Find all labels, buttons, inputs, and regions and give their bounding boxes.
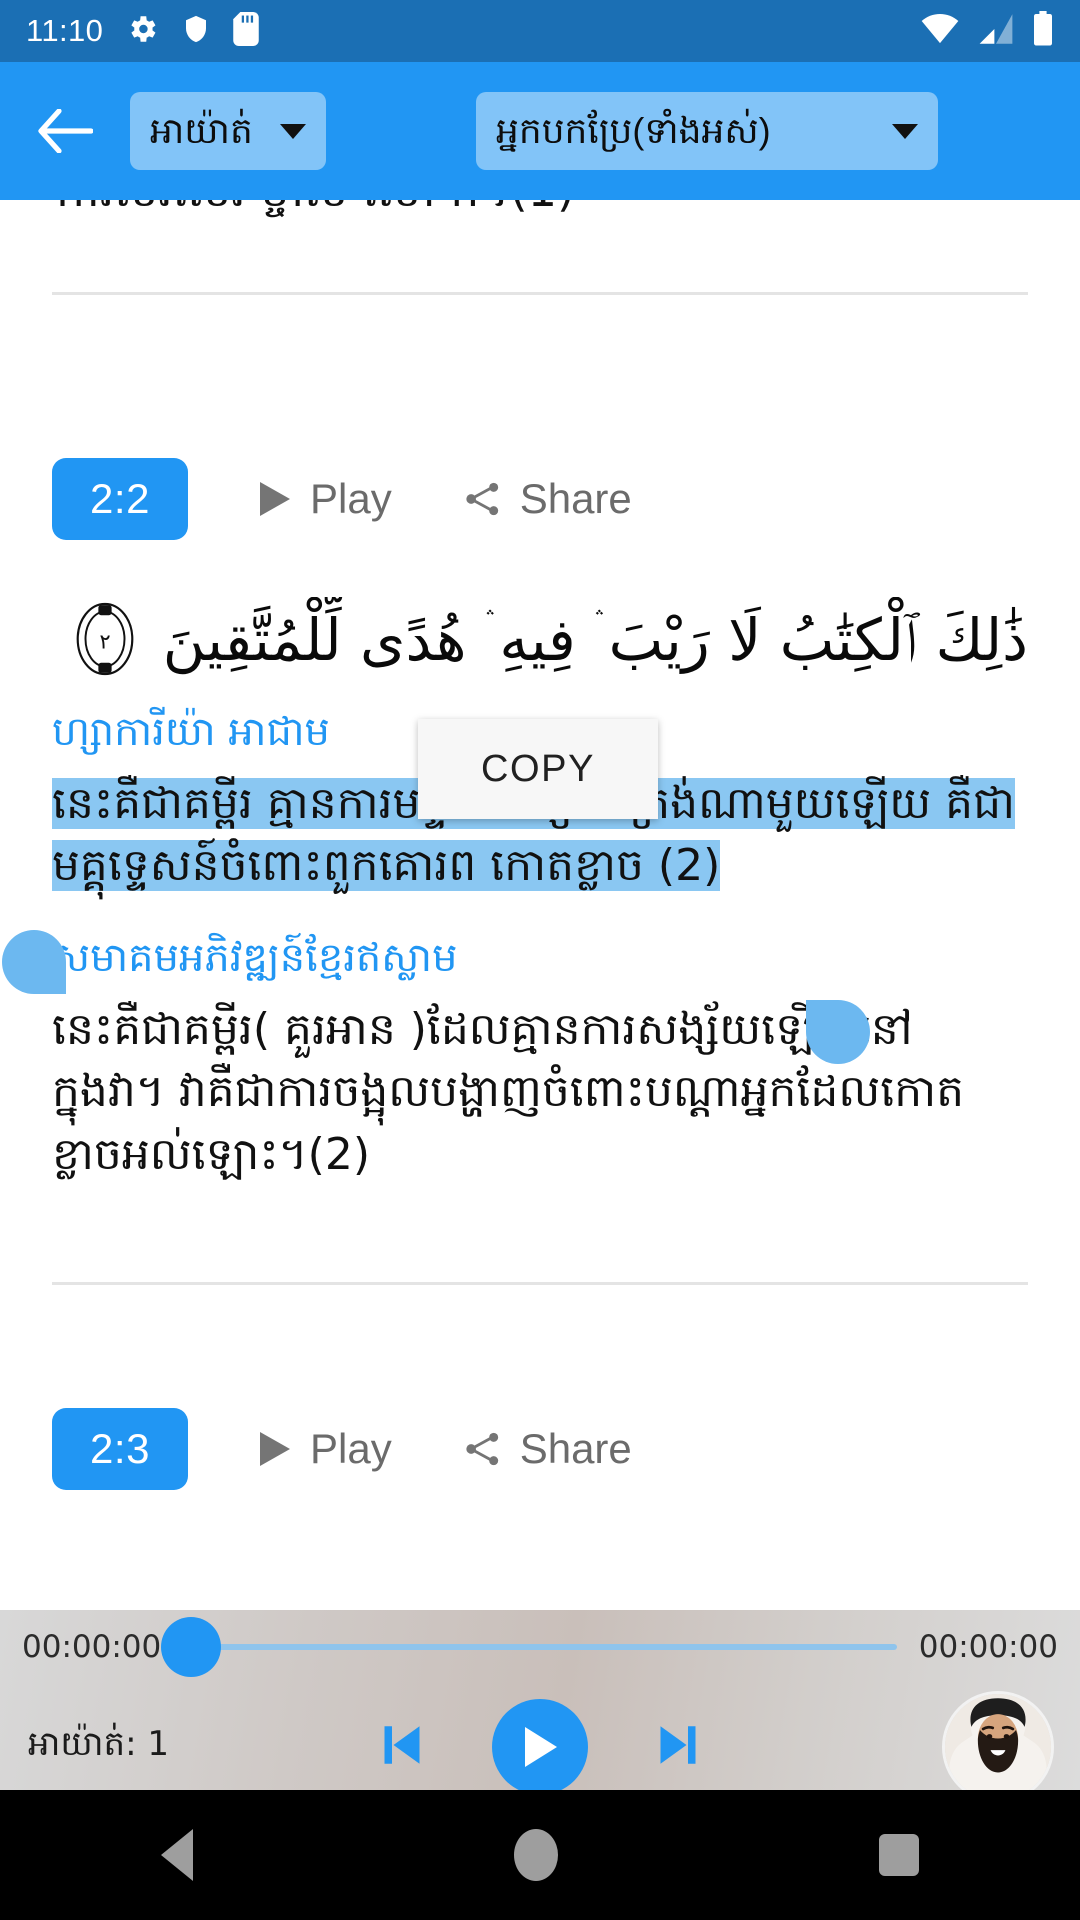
arabic-verse-text[interactable]: ذَٰلِكَ ٱلْكِتَٰبُ لَا رَيْبَ ۛ فِيهِ ۛ … [52, 597, 1028, 684]
share-verse-button[interactable]: Share [462, 1425, 632, 1473]
previous-verse-clipped-text: ការសរសើរ ម្ចាស់ លោ ក។(1) [56, 200, 575, 229]
phone-screen: 11:10 អាយ៉ាត់ អ្នកបកប្រែ(ទាំងអស់) 2:2 Pl… [0, 0, 1080, 1920]
seek-thumb[interactable] [161, 1617, 222, 1677]
play-verse-button[interactable]: Play [258, 1425, 392, 1473]
selection-handle-end[interactable] [806, 1000, 870, 1064]
play-button-label: Play [310, 475, 392, 522]
play-verse-button[interactable]: Play [258, 475, 392, 523]
nav-home-circle-icon[interactable] [513, 1829, 558, 1881]
status-bar-system-icons [920, 10, 1054, 52]
ayat-spinner[interactable]: អាយ៉ាត់ [130, 92, 326, 170]
translation-text[interactable]: នេះគឺជាគម្ពីរ( គួរអាន )ដែលគ្មានការសង្ស័យ… [52, 999, 1028, 1186]
nav-back-triangle-icon[interactable] [160, 1829, 193, 1881]
gear-icon [125, 12, 159, 51]
share-nodes-icon [466, 482, 498, 516]
back-button[interactable] [22, 88, 108, 174]
verse-toolbar: 2:3 Play Share [52, 1397, 1028, 1501]
wifi-icon [920, 12, 960, 51]
skip-next-icon [660, 1725, 696, 1764]
audio-player: 00:00:00 00:00:00 អាយ៉ាត់: 1 [0, 1610, 1080, 1810]
share-nodes-icon [466, 1433, 498, 1466]
share-button-label: Share [519, 475, 632, 522]
sd-card-icon [233, 11, 260, 51]
cellular-signal-icon [978, 12, 1014, 51]
previous-button[interactable] [372, 1714, 432, 1781]
verse-divider [52, 292, 1028, 295]
play-triangle-icon [260, 1432, 290, 1467]
next-verse-item: 2:3 Play Share [0, 1397, 1080, 1501]
chevron-down-icon [892, 123, 918, 139]
ayat-spinner-label: អាយ៉ាត់ [150, 110, 253, 151]
seek-bar[interactable] [161, 1617, 897, 1677]
transport-controls [0, 1699, 1080, 1795]
elapsed-time: 00:00:00 [22, 1629, 162, 1665]
play-icon [525, 1727, 557, 1767]
status-bar-clock: 11:10 [26, 13, 104, 48]
play-triangle-icon [260, 482, 290, 516]
verse-number-badge[interactable]: 2:2 [52, 458, 188, 540]
copy-context-menu[interactable]: COPY [418, 719, 658, 819]
verse-toolbar: 2:2 Play Share [52, 447, 1028, 551]
chevron-down-icon [280, 123, 306, 139]
selection-handle-start[interactable] [2, 930, 66, 994]
play-button-label: Play [310, 1425, 392, 1473]
shield-icon [181, 12, 211, 51]
translator-spinner[interactable]: អ្នកបកប្រែ(ទាំងអស់) [476, 92, 938, 170]
verse-list[interactable]: ការសរសើរ ម្ចាស់ លោ ក។(1) 2:2 Play Share [0, 200, 1080, 1600]
copy-menu-label: COPY [480, 747, 596, 790]
total-time: 00:00:00 [918, 1629, 1058, 1665]
status-bar: 11:10 [0, 0, 1080, 62]
verse-marker-number: ٢ [100, 630, 112, 655]
verse-number-badge[interactable]: 2:3 [52, 1408, 188, 1491]
skip-previous-icon [384, 1725, 420, 1764]
share-verse-button[interactable]: Share [462, 475, 632, 523]
share-button-label: Share [519, 1425, 632, 1473]
reciter-avatar[interactable] [942, 1691, 1054, 1803]
seek-row: 00:00:00 00:00:00 [0, 1610, 1080, 1684]
status-bar-notification-icons [125, 11, 260, 51]
system-navigation-bar [0, 1790, 1080, 1920]
play-pause-button[interactable] [492, 1699, 588, 1795]
translator-spinner-label: អ្នកបកប្រែ(ទាំងអស់) [496, 110, 771, 151]
translation-entry: សមាគមអភិវឌ្ឍន៍ខ្មែរឥស្លាម នេះគឺជាគម្ពីរ(… [52, 932, 1028, 1186]
nav-recents-square-icon[interactable] [879, 1834, 920, 1876]
app-bar: អាយ៉ាត់ អ្នកបកប្រែ(ទាំងអស់) [0, 62, 1080, 200]
arabic-verse-body: ذَٰلِكَ ٱلْكِتَٰبُ لَا رَيْبَ ۛ فِيهِ ۛ … [162, 606, 1028, 674]
arrow-left-icon [38, 109, 93, 153]
translator-name: សមាគមអភិវឌ្ឍន៍ខ្មែរឥស្លាម [52, 934, 458, 981]
battery-icon [1032, 10, 1054, 52]
verse-divider [52, 1282, 1028, 1286]
verse-marker-ornament: ٢ [66, 600, 144, 678]
next-button[interactable] [648, 1714, 708, 1781]
